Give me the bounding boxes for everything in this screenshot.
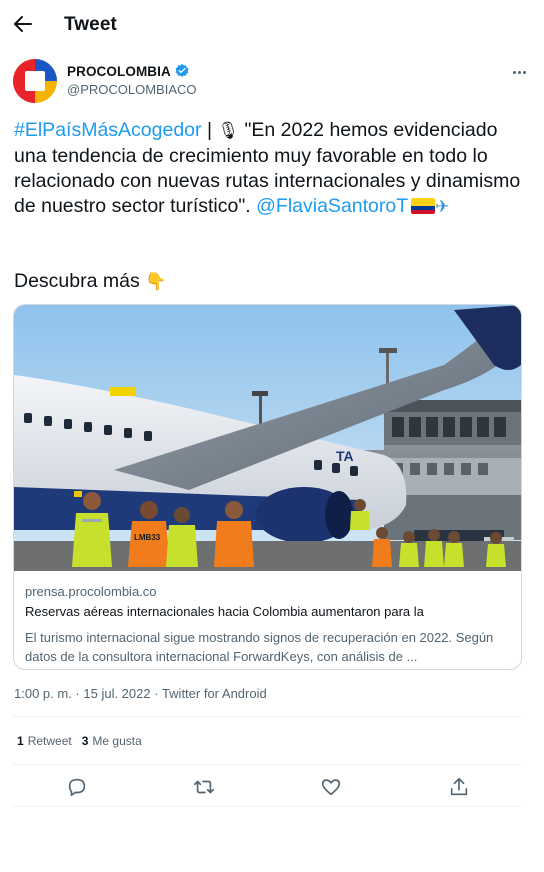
tweet-author: PROCOLOMBIA @PROCOLOMBIACO (13, 59, 531, 105)
reply-icon (68, 778, 86, 797)
more-horizontal-icon (512, 70, 516, 74)
divider (13, 806, 522, 807)
tweet-source[interactable]: Twitter for Android (162, 686, 267, 701)
divider (13, 716, 522, 717)
divider (13, 764, 522, 765)
airline-livery-text: TA (336, 448, 354, 464)
card-meta: prensa.procolombia.co Reservas aéreas in… (25, 584, 515, 666)
meta-separator: · (150, 686, 162, 701)
author-handle[interactable]: @PROCOLOMBIACO (67, 82, 197, 97)
arrow-left-icon (14, 16, 32, 32)
link-preview-card[interactable]: TA LMB33 prensa.procolombia.co Reservas … (13, 304, 522, 670)
card-title: Reservas aéreas internacionales hacia Co… (25, 604, 424, 619)
share-icon (450, 777, 468, 796)
pointing-down-emoji: 👇 (145, 272, 167, 292)
top-bar: Tweet (0, 0, 544, 50)
retweets-label: Retweet (27, 734, 72, 748)
author-name[interactable]: PROCOLOMBIA (67, 64, 171, 79)
more-options-button[interactable] (507, 62, 531, 82)
mention-link[interactable]: @FlaviaSantoroT (256, 195, 408, 217)
page-title: Tweet (64, 14, 117, 35)
tweet-stats: 1 Retweet 3 Me gusta (17, 734, 142, 748)
worker-vest-text: LMB33 (134, 533, 161, 542)
microphone-emoji: 🎙 (217, 121, 240, 141)
card-description: El turismo internacional sigue mostrando… (25, 630, 494, 664)
like-button[interactable] (320, 776, 342, 798)
tweet-date[interactable]: 15 jul. 2022 (83, 686, 150, 701)
colombia-flag-icon (411, 198, 436, 214)
reply-button[interactable] (66, 776, 88, 798)
share-button[interactable] (448, 776, 470, 798)
tweet-time[interactable]: 1:00 p. m. (14, 686, 72, 701)
call-to-action-line: Descubra más 👇 (14, 269, 166, 295)
tweet-actions (13, 768, 522, 806)
tweet-text: #ElPaísMásAcogedor | 🎙 "En 2022 hemos ev… (14, 118, 524, 220)
separator-text: | (201, 119, 218, 141)
airplane-emoji: ✈ (435, 197, 450, 217)
retweet-icon (194, 780, 214, 794)
avatar[interactable] (13, 59, 57, 103)
heart-icon (321, 779, 341, 796)
retweet-button[interactable] (193, 776, 215, 798)
more-dot (522, 70, 526, 74)
card-domain: prensa.procolombia.co (25, 584, 157, 599)
meta-separator: · (71, 686, 84, 701)
more-dot (517, 70, 521, 74)
tweet-timestamp: 1:00 p. m. · 15 jul. 2022 · Twitter for … (14, 686, 267, 701)
likes-stat[interactable]: 3 Me gusta (82, 734, 142, 748)
likes-label: Me gusta (92, 734, 142, 748)
back-button[interactable] (10, 10, 36, 38)
verified-badge-icon (175, 64, 189, 77)
airport-airplane-photo: TA LMB33 (14, 305, 521, 571)
likes-count: 3 (81, 734, 89, 748)
hashtag-link[interactable]: #ElPaísMásAcogedor (14, 119, 202, 141)
author-name-row[interactable]: PROCOLOMBIA (67, 63, 190, 79)
retweets-stat[interactable]: 1 Retweet (17, 734, 72, 748)
retweets-count: 1 (17, 734, 24, 748)
procolombia-logo-icon (13, 59, 57, 103)
card-image[interactable]: TA LMB33 (14, 305, 521, 571)
call-to-action-text: Descubra más (14, 270, 140, 292)
